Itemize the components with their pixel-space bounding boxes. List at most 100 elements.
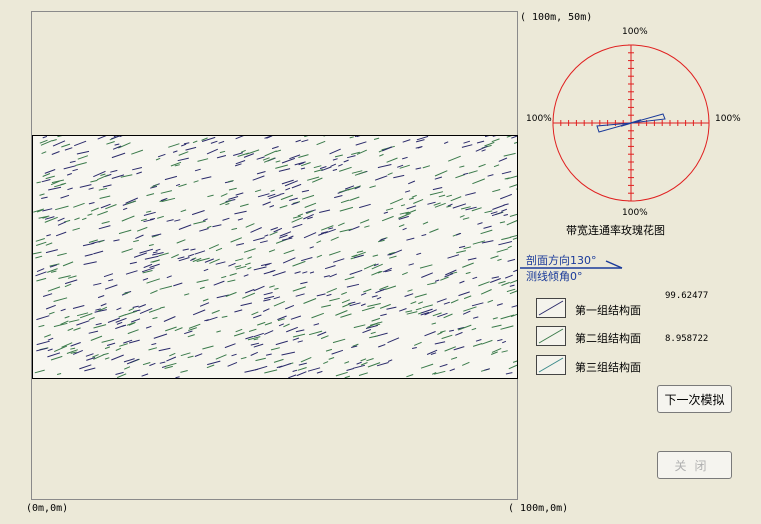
fracture-trace [121, 248, 133, 253]
fracture-trace [282, 257, 296, 264]
fracture-trace [447, 254, 460, 259]
fracture-trace [421, 234, 427, 237]
fracture-trace [202, 345, 214, 350]
fracture-trace [75, 162, 87, 166]
fracture-trace [361, 306, 375, 312]
fracture-trace [44, 216, 58, 223]
fracture-trace [419, 264, 433, 269]
fracture-trace [150, 218, 156, 220]
legend-swatch-set3 [536, 355, 566, 375]
fracture-trace [319, 166, 327, 170]
fracture-trace [196, 279, 209, 283]
fracture-trace [402, 227, 407, 231]
fracture-trace [130, 318, 141, 323]
fracture-trace [496, 303, 503, 306]
fracture-trace [372, 254, 379, 257]
fracture-trace [45, 304, 56, 310]
fracture-traces [33, 136, 517, 378]
fracture-trace [66, 173, 72, 176]
fracture-trace [47, 286, 61, 292]
fracture-trace [128, 307, 135, 312]
fracture-trace [492, 204, 505, 210]
fracture-trace [224, 343, 236, 349]
fracture-trace [444, 141, 449, 144]
close-button[interactable]: 关闭 [657, 451, 732, 479]
fracture-trace [185, 146, 197, 151]
fracture-trace [434, 170, 448, 177]
fracture-trace [438, 194, 446, 198]
rose-label-left: 100% [526, 114, 552, 124]
fracture-trace [278, 323, 284, 327]
fracture-trace [404, 190, 411, 193]
fracture-trace [216, 330, 221, 333]
fracture-trace [116, 321, 123, 325]
fracture-trace [270, 347, 280, 351]
fracture-trace [139, 248, 154, 254]
fracture-trace [471, 302, 484, 307]
fracture-trace [247, 267, 252, 270]
fracture-trace [244, 368, 258, 373]
fracture-trace [72, 168, 78, 172]
fracture-trace [77, 155, 89, 160]
fracture-trace [358, 372, 368, 376]
fracture-trace [340, 199, 350, 204]
fracture-trace [516, 188, 517, 190]
fracture-trace [250, 351, 259, 356]
fracture-trace [57, 252, 67, 257]
fracture-trace [88, 187, 94, 190]
fracture-trace [55, 205, 69, 211]
fracture-trace [415, 307, 422, 311]
fracture-trace [82, 242, 95, 247]
fracture-trace [478, 281, 490, 287]
fracture-trace [387, 359, 393, 362]
fracture-trace [324, 228, 336, 234]
fracture-trace [274, 287, 279, 290]
legend-label-set2: 第二组结构面 [575, 332, 641, 345]
fracture-trace [300, 356, 312, 363]
fracture-trace [225, 291, 237, 297]
fracture-trace [512, 360, 517, 363]
fracture-trace [250, 342, 260, 346]
fracture-trace [207, 225, 212, 229]
fracture-trace [477, 222, 483, 225]
fracture-trace [199, 286, 205, 290]
fracture-trace [111, 152, 126, 159]
fracture-trace [294, 271, 301, 274]
fracture-trace [446, 194, 453, 198]
fracture-trace [484, 141, 495, 147]
fracture-trace [286, 326, 298, 333]
fracture-trace [383, 211, 389, 214]
fracture-trace [131, 149, 144, 155]
fracture-trace [433, 202, 441, 206]
fracture-trace [93, 282, 102, 286]
fracture-trace [235, 136, 244, 140]
fracture-trace [57, 217, 65, 222]
fracture-trace [311, 312, 324, 319]
fracture-trace [79, 364, 92, 370]
fracture-trace [73, 327, 81, 331]
fracture-trace [177, 157, 189, 162]
fracture-trace [316, 254, 323, 258]
fracture-trace [296, 371, 307, 377]
fracture-trace [362, 329, 372, 334]
fracture-trace [166, 275, 172, 279]
fracture-trace [432, 187, 443, 191]
fracture-trace [297, 340, 303, 343]
fracture-trace [462, 310, 471, 315]
fracture-trace [62, 261, 74, 267]
next-simulation-button[interactable]: 下一次模拟 [657, 385, 732, 413]
fracture-trace [324, 265, 336, 270]
fracture-trace [429, 191, 444, 196]
fracture-trace [349, 269, 363, 275]
fracture-trace [256, 171, 266, 175]
fracture-trace [497, 258, 502, 261]
fracture-trace [220, 193, 228, 197]
fracture-trace [138, 304, 146, 308]
fracture-trace [97, 295, 105, 299]
fracture-trace [171, 254, 179, 259]
fracture-trace [446, 205, 452, 208]
fracture-trace [164, 175, 178, 181]
fracture-trace [208, 244, 219, 250]
fracture-trace [463, 246, 472, 250]
fracture-trace [243, 248, 256, 253]
